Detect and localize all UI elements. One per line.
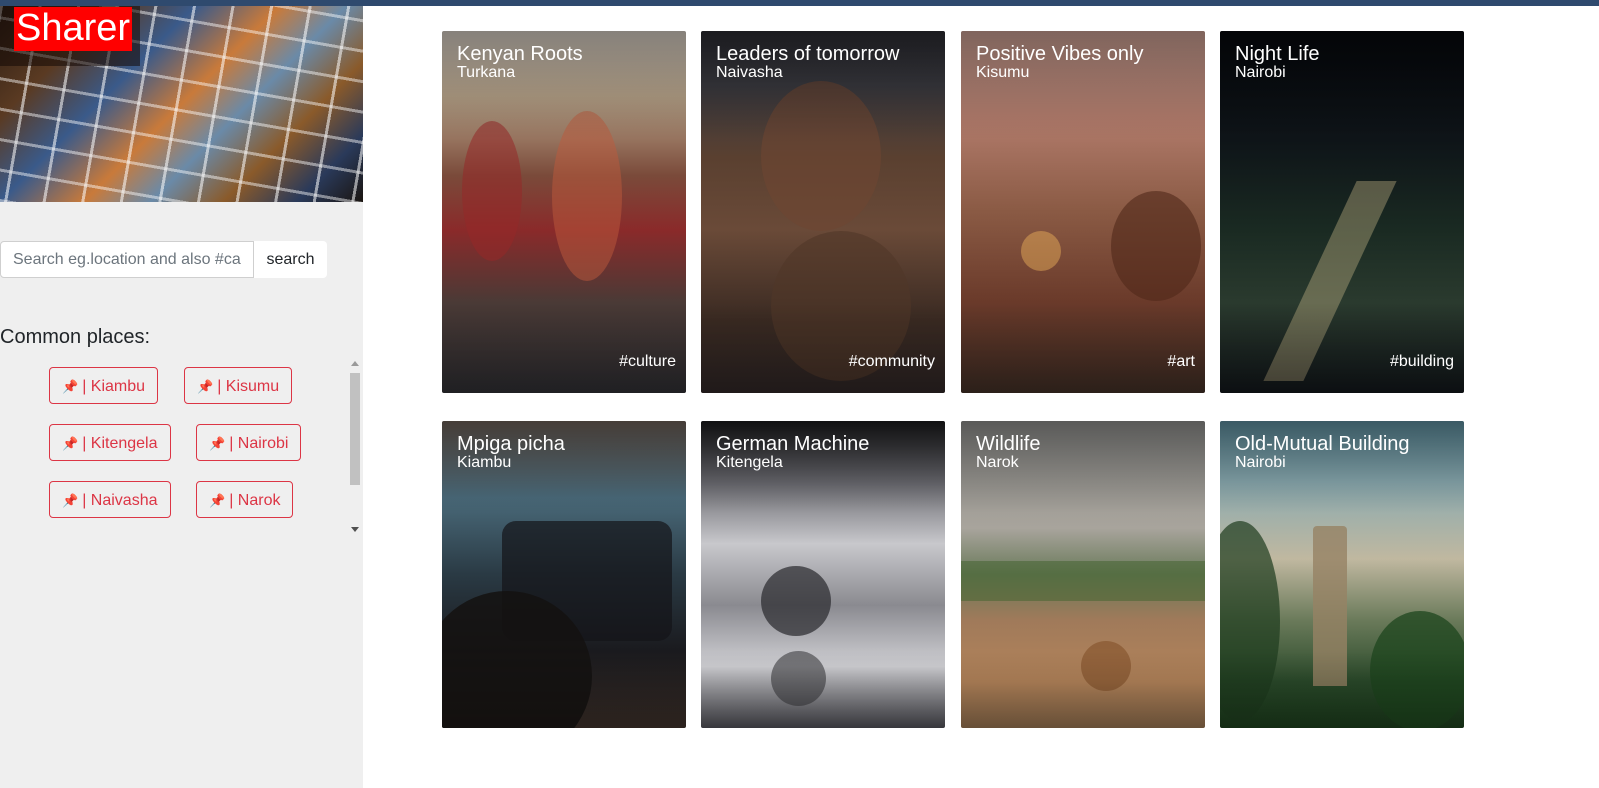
photo-title: Leaders of tomorrow	[716, 43, 900, 65]
photo-card[interactable]: Old-Mutual Building Nairobi	[1220, 421, 1464, 728]
photo-tag[interactable]: #art	[1167, 353, 1195, 371]
search-input[interactable]	[0, 241, 254, 278]
photo-card[interactable]: Mpiga picha Kiambu	[442, 421, 686, 728]
photo-tag[interactable]: #culture	[619, 353, 676, 371]
photo-title: Positive Vibes only	[976, 43, 1144, 65]
scroll-thumb[interactable]	[350, 373, 360, 485]
photo-title: Wildlife	[976, 433, 1041, 455]
place-button-narok[interactable]: 📌 | Narok	[196, 481, 294, 518]
place-button-kisumu[interactable]: 📌 | Kisumu	[184, 367, 293, 404]
pin-icon: 📌	[209, 437, 226, 452]
photo-tag[interactable]: #community	[849, 353, 935, 371]
pin-icon: 📌	[62, 380, 79, 395]
photo-card[interactable]: Night Life Nairobi #building	[1220, 31, 1464, 393]
pin-icon: 📌	[62, 437, 79, 452]
common-places-heading: Common places:	[0, 326, 151, 348]
pin-icon: 📌	[209, 494, 226, 509]
photo-location: Nairobi	[1235, 64, 1286, 81]
photo-title: Night Life	[1235, 43, 1320, 65]
photo-title: Mpiga picha	[457, 433, 565, 455]
photo-card[interactable]: Positive Vibes only Kisumu #art	[961, 31, 1205, 393]
pin-icon: 📌	[197, 380, 214, 395]
photo-location: Kiambu	[457, 454, 512, 471]
place-button-naivasha[interactable]: 📌 | Naivasha	[49, 481, 171, 518]
sidebar: Sharer search Common places: 📌| Kiambu 📌…	[0, 6, 363, 788]
photo-location: Kitengela	[716, 454, 783, 471]
photo-tag[interactable]: #building	[1390, 353, 1454, 371]
photo-card[interactable]: Wildlife Narok	[961, 421, 1205, 728]
place-button-nairobi[interactable]: 📌 | Nairobi	[196, 424, 302, 461]
search-form: search	[0, 241, 327, 278]
photo-title: German Machine	[716, 433, 870, 455]
common-places-list: 📌 | Kiambu 📌 | Kisumu 📌 | Kitengela 📌 | Nair…	[0, 361, 363, 541]
place-button-kiambu[interactable]: 📌 | Kiambu	[49, 367, 159, 404]
photo-card[interactable]: Kenyan Roots Turkana #culture	[442, 31, 686, 393]
photo-location: Nairobi	[1235, 454, 1286, 471]
brand-logo[interactable]: Sharer	[14, 7, 133, 51]
photo-card[interactable]: Leaders of tomorrow Naivasha #community	[701, 31, 945, 393]
pin-icon: 📌	[62, 494, 79, 509]
places-scrollbar[interactable]	[349, 361, 361, 541]
scroll-down-arrow-icon[interactable]	[351, 527, 359, 532]
photo-location: Turkana	[457, 64, 516, 81]
photo-title: Old-Mutual Building	[1235, 433, 1410, 455]
photo-location: Kisumu	[976, 64, 1030, 81]
place-button-kitengela[interactable]: 📌 | Kitengela	[49, 424, 171, 461]
scroll-up-arrow-icon[interactable]	[351, 361, 359, 366]
photo-location: Naivasha	[716, 64, 783, 81]
search-button[interactable]: search	[254, 241, 327, 278]
photo-card[interactable]: German Machine Kitengela	[701, 421, 945, 728]
photo-title: Kenyan Roots	[457, 43, 583, 65]
photo-location: Narok	[976, 454, 1019, 471]
